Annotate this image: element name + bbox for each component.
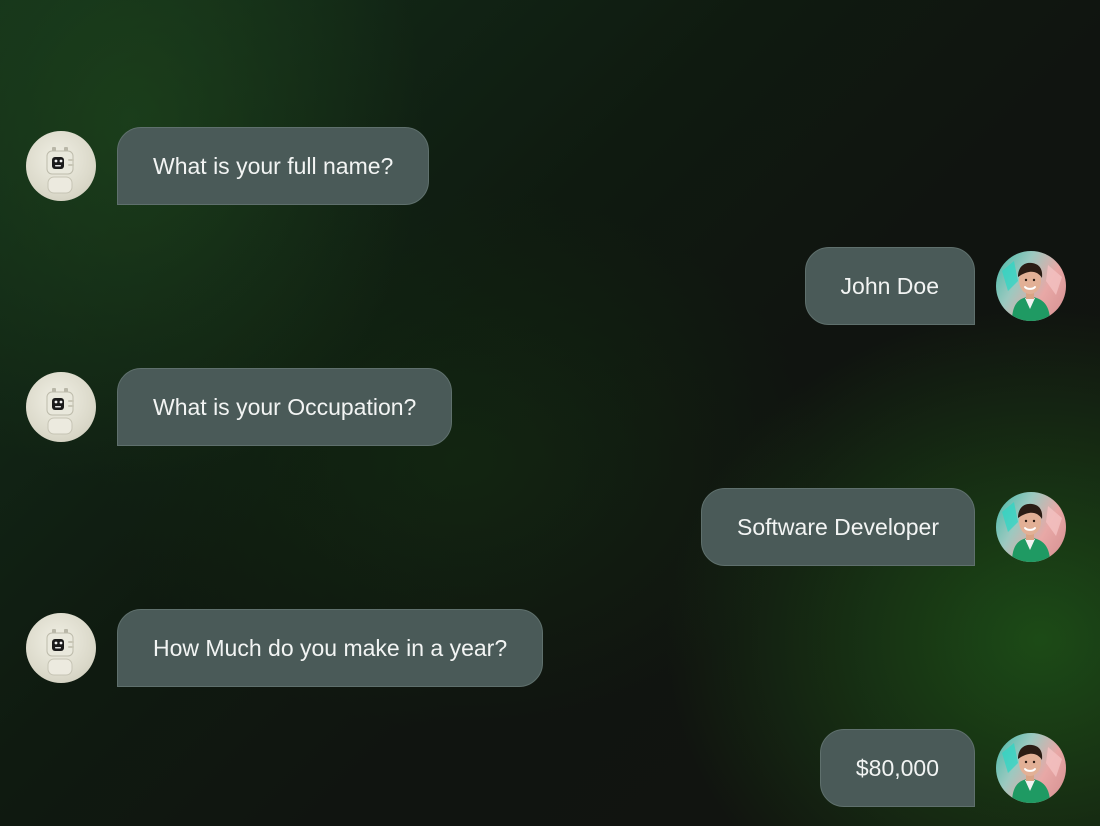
message-bubble: Software Developer <box>701 488 975 566</box>
bot-message: What is your Occupation? <box>26 368 453 446</box>
bot-message: How Much do you make in a year? <box>26 609 544 687</box>
message-bubble: John Doe <box>804 247 975 325</box>
robot-avatar-icon <box>26 131 96 201</box>
message-bubble: What is your Occupation? <box>117 368 453 446</box>
message-bubble: How Much do you make in a year? <box>117 609 544 687</box>
message-bubble: What is your full name? <box>117 127 430 205</box>
robot-avatar-icon <box>26 613 96 683</box>
robot-avatar-icon <box>26 372 96 442</box>
user-message: Software Developer <box>701 488 1066 566</box>
user-avatar-photo <box>996 492 1066 562</box>
user-message: $80,000 <box>819 729 1066 807</box>
message-bubble: $80,000 <box>819 729 975 807</box>
bot-message: What is your full name? <box>26 127 430 205</box>
user-avatar-photo <box>996 733 1066 803</box>
chat-thread: What is your full name? John Doe What is… <box>0 0 1100 826</box>
user-message: John Doe <box>804 247 1066 325</box>
user-avatar-photo <box>996 251 1066 321</box>
